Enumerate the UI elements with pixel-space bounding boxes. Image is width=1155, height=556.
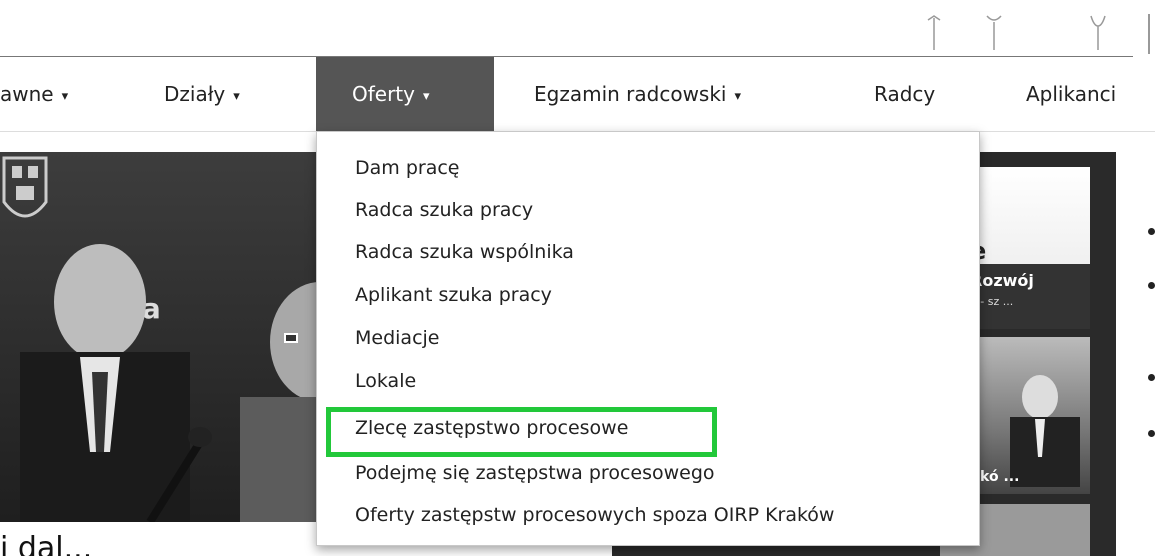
hero-caption: i dal... <box>0 531 93 556</box>
menu-item-aplikant-szuka-pracy[interactable]: Aplikant szuka pracy <box>355 284 552 306</box>
header-decoration-icon <box>986 15 1002 50</box>
header-decoration-icon <box>1090 15 1106 50</box>
coat-of-arms-icon <box>2 156 48 218</box>
nav-label: Aplikanci <box>1026 82 1117 106</box>
menu-item-oferty-spoza-oirp[interactable]: Oferty zastępstw procesowych spoza OIRP … <box>355 504 834 526</box>
menu-item-radca-szuka-wspolnika[interactable]: Radca szuka wspólnika <box>355 241 574 263</box>
nav-item-egzamin[interactable]: Egzamin radcowski ▾ <box>534 57 741 131</box>
nav-label: Egzamin radcowski <box>534 82 727 106</box>
menu-item-mediacje[interactable]: Mediacje <box>355 327 439 349</box>
caret-down-icon: ▾ <box>233 89 240 104</box>
nav-label: Działy <box>164 82 226 106</box>
nav-item-prawne[interactable]: awne ▾ <box>0 57 68 131</box>
nav-item-dzialy[interactable]: Działy ▾ <box>164 57 240 131</box>
oferty-dropdown-menu: Dam pracę Radca szuka pracy Radca szuka … <box>316 131 980 546</box>
nav-label: Oferty <box>352 82 415 106</box>
main-nav: awne ▾ Działy ▾ Oferty ▾ Egzamin radcowski ▾… <box>0 57 1155 131</box>
header-decoration-icon <box>1148 14 1150 54</box>
menu-item-dam-prace[interactable]: Dam pracę <box>355 157 459 179</box>
caret-down-icon: ▾ <box>61 89 69 104</box>
menu-item-lokale[interactable]: Lokale <box>355 370 416 392</box>
caret-down-icon: ▾ <box>734 89 742 104</box>
list-bullet <box>1148 374 1155 381</box>
list-bullet <box>1148 228 1155 235</box>
slider-indicator[interactable] <box>284 333 298 343</box>
header-decoration-icon <box>927 15 941 50</box>
nav-item-aplikanci[interactable]: Aplikanci <box>1026 57 1116 131</box>
list-bullet <box>1148 430 1155 437</box>
nav-item-oferty[interactable]: Oferty ▾ <box>316 57 494 131</box>
menu-item-radca-szuka-pracy[interactable]: Radca szuka pracy <box>355 199 533 221</box>
nav-item-radcy[interactable]: Radcy <box>874 57 935 131</box>
menu-item-podejme-sie-zastepstwa[interactable]: Podejmę się zastępstwa procesowego <box>355 462 715 484</box>
nav-label: Radcy <box>874 82 936 106</box>
menu-item-zlece-zastepstwo[interactable]: Zlecę zastępstwo procesowe <box>355 417 628 439</box>
nav-label: awne <box>0 82 54 106</box>
caret-down-icon: ▾ <box>423 89 430 104</box>
list-bullet <box>1148 282 1155 289</box>
